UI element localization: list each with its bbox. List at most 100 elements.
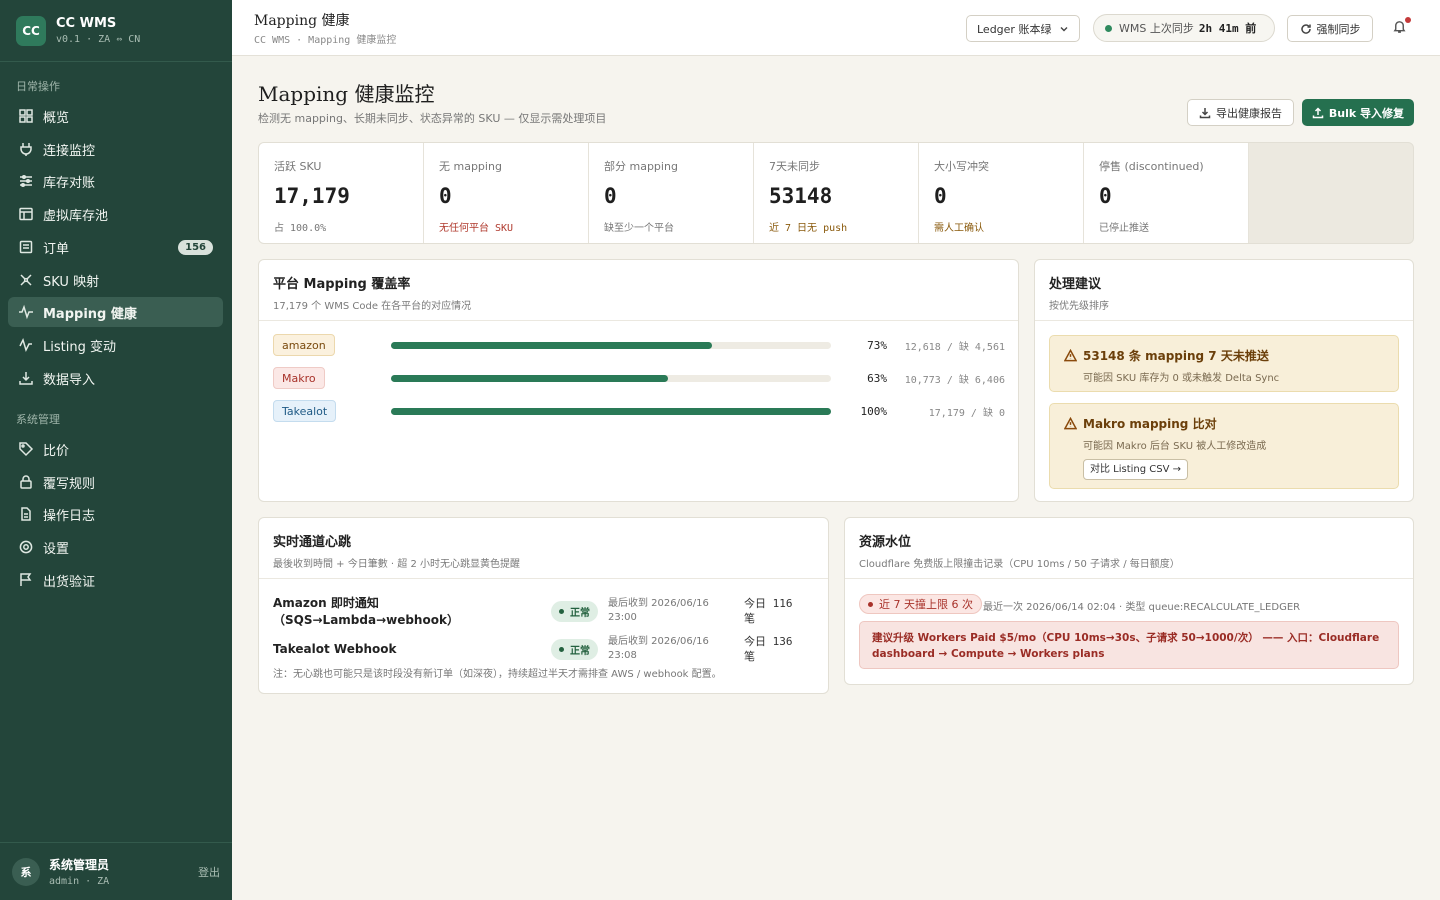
advice-subtitle: 按优先级排序 <box>1049 301 1109 312</box>
gear-icon <box>18 539 34 555</box>
stat-value: 53148 <box>769 184 833 208</box>
heartbeat-card: 实时通道心跳 最後收到時間 + 今日筆數 · 超 2 小时无心跳显黄色提醒 Am… <box>258 517 829 694</box>
notification-dot <box>1405 17 1411 23</box>
platform-chip: Makro <box>273 367 325 389</box>
status-dot-icon <box>1105 24 1112 32</box>
heartbeat-subtitle: 最後收到時間 + 今日筆數 · 超 2 小时无心跳显黄色提醒 <box>273 559 520 570</box>
sidebar-item-label: 概览 <box>43 110 70 126</box>
stat-case-conflict: 大小写冲突 0 需人工确认 <box>919 143 1084 243</box>
sidebar-item-sku-mapping[interactable]: SKU 映射 <box>8 265 223 295</box>
platform-chip: amazon <box>273 334 335 356</box>
last-hit-info: 最近一次 2026/06/14 02:04 · 类型 queue:RECALCU… <box>983 602 1301 613</box>
export-report-button[interactable]: 导出健康报告 <box>1187 99 1294 126</box>
brand: CC CC WMS v0.1 · ZA ⇔ CN <box>0 0 232 62</box>
sidebar-item-override-rules[interactable]: 覆写规则 <box>8 467 223 497</box>
coverage-card-header: 平台 Mapping 覆盖率 17,179 个 WMS Code 在各平台的对应… <box>259 260 1018 321</box>
stat-note: 已停止推送 <box>1099 223 1149 234</box>
resources-card-header: 资源水位 Cloudflare 免费版上限撞击记录（CPU 10ms / 50 … <box>845 518 1413 579</box>
coverage-row-amazon: amazon 73% 12,618 / 缺 4,561 <box>273 334 1005 356</box>
sidebar-item-label: 数据导入 <box>43 372 96 388</box>
sliders-icon <box>18 173 34 189</box>
advice-item-title: 53148 条 mapping 7 天未推送 <box>1064 347 1384 364</box>
logout-button[interactable]: 登出 <box>198 864 220 880</box>
notifications-button[interactable] <box>1392 17 1411 37</box>
sidebar-item-label: 设置 <box>43 541 70 557</box>
warning-icon <box>1064 417 1077 430</box>
stat-partial-mapping: 部分 mapping 0 缺至少一个平台 <box>589 143 754 243</box>
sidebar-item-overview[interactable]: 概览 <box>8 101 223 131</box>
sidebar-item-connections[interactable]: 连接监控 <box>8 134 223 164</box>
heartbeat-row-takealot: Takealot Webhook 正常 最后收到 2026/06/16 23:0… <box>273 634 815 664</box>
force-sync-label: 强制同步 <box>1316 22 1361 36</box>
today-count: 今日 116 笔 <box>744 597 793 625</box>
stat-value: 0 <box>439 184 452 208</box>
sidebar-item-orders[interactable]: 订单 156 <box>8 232 223 262</box>
sidebar-item-operation-log[interactable]: 操作日志 <box>8 499 223 529</box>
limit-hits-badge: 近 7 天撞上限 6 次 <box>859 594 982 614</box>
coverage-row-makro: Makro 63% 10,773 / 缺 6,406 <box>273 367 1005 389</box>
advice-card-header: 处理建议 按优先级排序 <box>1035 260 1413 321</box>
stat-value: 17,179 <box>274 184 350 208</box>
download-icon <box>18 370 34 386</box>
coverage-bar <box>391 407 831 415</box>
coverage-detail: 17,179 / 缺 0 <box>928 407 1005 419</box>
sidebar-item-reconcile[interactable]: 库存对账 <box>8 166 223 196</box>
sidebar-item-mapping-health[interactable]: Mapping 健康 <box>8 297 223 327</box>
brand-title: CC WMS <box>56 16 117 31</box>
sync-status-badge: WMS 上次同步 2h 41m 前 <box>1093 14 1275 42</box>
flag-icon <box>18 572 34 588</box>
sidebar-item-label: 连接监控 <box>43 143 96 159</box>
nav-section-daily: 日常操作 <box>16 80 60 93</box>
topbar: Mapping 健康 CC WMS · Mapping 健康监控 Ledger … <box>232 0 1440 56</box>
refresh-icon <box>1300 23 1311 34</box>
sidebar-item-price-compare[interactable]: 比价 <box>8 434 223 464</box>
sidebar-item-data-import[interactable]: 数据导入 <box>8 363 223 393</box>
brand-subtitle: v0.1 · ZA ⇔ CN <box>56 34 141 45</box>
ledger-select[interactable]: Ledger 账本绿 <box>966 15 1080 42</box>
stats-row: 活跃 SKU 17,179 占 100.0% 无 mapping 0 无任何平台… <box>258 142 1414 244</box>
compare-listing-csv-button[interactable]: 对比 Listing CSV → <box>1083 459 1189 480</box>
bulk-import-fix-button[interactable]: Bulk 导入修复 <box>1302 99 1414 126</box>
user-panel: 系 系统管理员 admin · ZA 登出 <box>0 842 232 900</box>
ledger-select-value: Ledger 账本绿 <box>977 22 1052 36</box>
sidebar-item-label: 操作日志 <box>43 508 96 524</box>
stat-label: 无 mapping <box>439 160 502 173</box>
upgrade-advice: 建议升级 Workers Paid $5/mo（CPU 10ms→30s、子请求… <box>859 621 1399 669</box>
stat-label: 部分 mapping <box>604 160 678 173</box>
receipt-icon <box>18 239 34 255</box>
coverage-detail: 12,618 / 缺 4,561 <box>904 341 1005 353</box>
advice-title: 处理建议 <box>1049 277 1102 292</box>
plug-icon <box>18 141 34 157</box>
sidebar-item-shipping-verify[interactable]: 出货验证 <box>8 565 223 595</box>
advice-item-makro: Makro mapping 比对 可能因 Makro 后台 SKU 被人工修改造… <box>1049 403 1399 489</box>
channel-name: Amazon 即时通知（SQS→Lambda→webhook） <box>273 596 459 627</box>
stat-note: 无任何平台 SKU <box>439 223 514 234</box>
bulk-import-fix-label: Bulk 导入修复 <box>1328 106 1405 120</box>
stat-label: 大小写冲突 <box>934 160 989 173</box>
sidebar-item-listing-changes[interactable]: Listing 变动 <box>8 330 223 360</box>
sidebar-item-label: 比价 <box>43 443 70 459</box>
sidebar-item-settings[interactable]: 设置 <box>8 532 223 562</box>
sidebar-item-label: Listing 变动 <box>43 339 116 355</box>
stat-note: 需人工确认 <box>934 223 984 234</box>
coverage-detail: 10,773 / 缺 6,406 <box>904 374 1005 386</box>
stat-label: 7天未同步 <box>769 160 820 173</box>
brand-logo: CC <box>16 15 46 46</box>
stat-value: 0 <box>934 184 947 208</box>
tag-icon <box>18 441 34 457</box>
page-subtitle: 检测无 mapping、长期未同步、状态异常的 SKU — 仅显示需处理项目 <box>258 112 607 125</box>
warning-icon <box>1064 349 1077 362</box>
force-sync-button[interactable]: 强制同步 <box>1287 15 1373 42</box>
advice-card: 处理建议 按优先级排序 53148 条 mapping 7 天未推送 可能因 S… <box>1034 259 1414 502</box>
breadcrumb: CC WMS · Mapping 健康监控 <box>254 35 397 46</box>
sidebar-item-label: 出货验证 <box>43 574 96 590</box>
stat-discontinued: 停售 (discontinued) 0 已停止推送 <box>1084 143 1249 243</box>
lock-icon <box>18 474 34 490</box>
coverage-bar <box>391 374 831 382</box>
heartbeat-title: 实时通道心跳 <box>273 535 352 550</box>
today-count: 今日 136 笔 <box>744 635 793 663</box>
channel-name: Takealot Webhook <box>273 642 397 656</box>
nav-section-system: 系统管理 <box>16 413 60 426</box>
resources-card: 资源水位 Cloudflare 免费版上限撞击记录（CPU 10ms / 50 … <box>844 517 1414 685</box>
sidebar-item-virtual-pool[interactable]: 虚拟库存池 <box>8 199 223 229</box>
